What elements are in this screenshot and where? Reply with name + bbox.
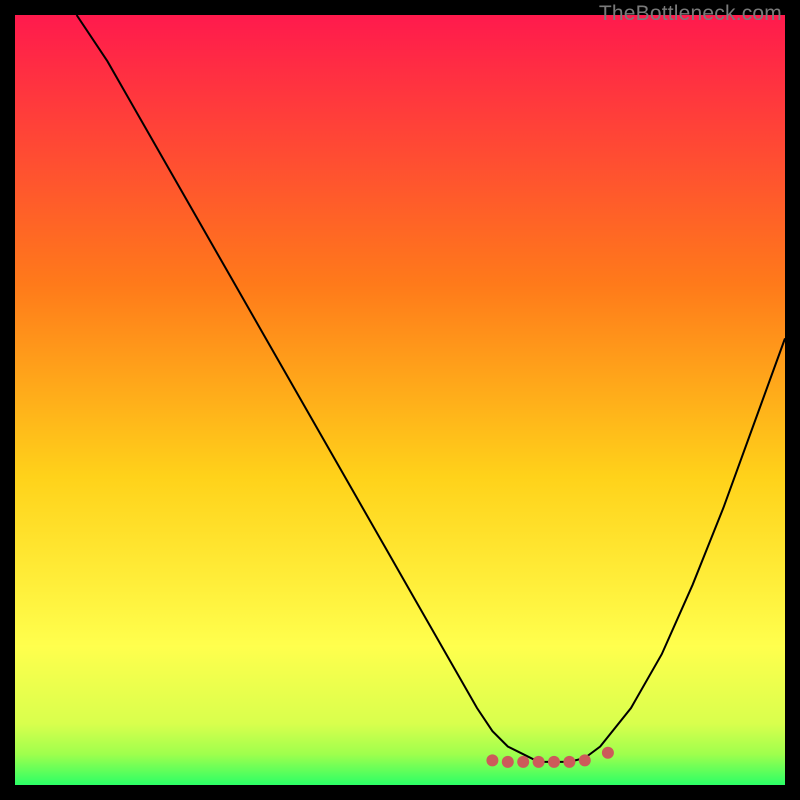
optimal-marker-dot	[602, 747, 614, 759]
optimal-marker-dot	[579, 754, 591, 766]
optimal-marker-dot	[486, 754, 498, 766]
optimal-marker-dot	[548, 756, 560, 768]
chart-frame	[15, 15, 785, 785]
optimal-marker-dot	[533, 756, 545, 768]
optimal-marker-dot	[517, 756, 529, 768]
gradient-background	[15, 15, 785, 785]
optimal-marker-dot	[502, 756, 514, 768]
bottleneck-chart	[15, 15, 785, 785]
watermark-text: TheBottleneck.com	[599, 2, 782, 26]
optimal-marker-dot	[563, 756, 575, 768]
